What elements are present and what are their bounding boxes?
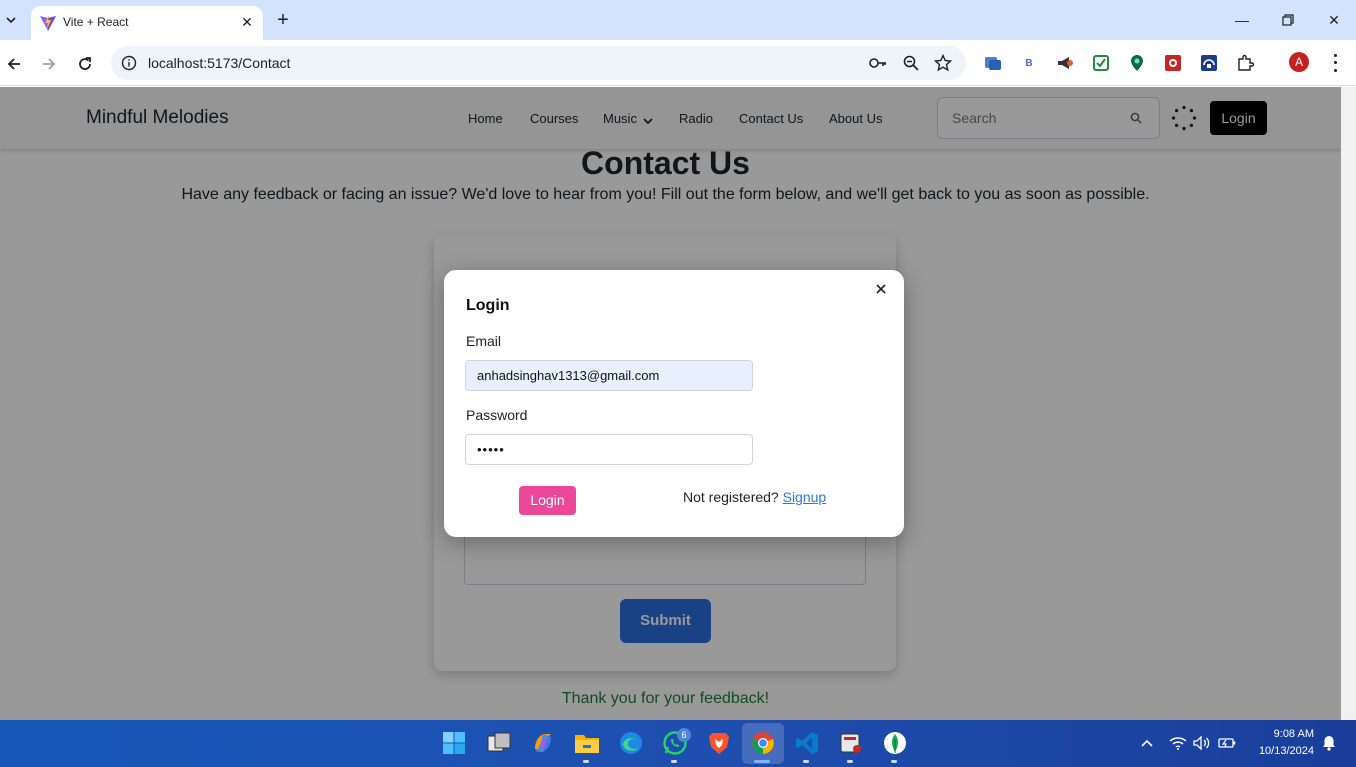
minimize-icon[interactable]: — [1230,8,1254,32]
battery-icon[interactable] [1218,734,1236,752]
signup-link[interactable]: Signup [783,489,827,505]
address-bar[interactable]: localhost:5173/Contact [111,46,966,80]
browser-menu-icon[interactable] [1326,52,1344,74]
mongodb-compass-icon[interactable] [882,730,908,756]
web-page: Mindful Melodies Home Courses Music Radi… [0,87,1341,720]
tab-search-chevron-icon[interactable] [4,10,18,30]
b-extension-icon[interactable]: B [1019,53,1039,73]
chevron-up-icon[interactable] [1138,734,1156,752]
chrome-running-indicator [754,760,770,763]
signup-prompt: Not registered? Signup [683,489,826,505]
login-modal: Login Email anhadsinghav1313@gmail.com P… [444,270,904,537]
snipping-running-indicator [847,760,853,763]
restore-icon[interactable] [1276,8,1300,32]
windows-taskbar: 6 9:08 AM 10/13/2024 [0,720,1356,767]
password-field[interactable]: ••••• [465,434,753,465]
modal-title: Login [466,297,510,314]
mongodb-running-indicator [891,760,897,763]
clock-date[interactable]: 10/13/2024 [1246,745,1314,757]
browser-toolbar: localhost:5173/Contact B A [0,40,1356,86]
task-view-icon[interactable] [486,730,512,756]
tab-close-icon[interactable]: ✕ [238,13,256,31]
puzzle-extensions-icon[interactable] [1235,53,1255,73]
checklist-extension-icon[interactable] [1091,53,1111,73]
notification-bell-icon[interactable] [1320,734,1338,752]
site-info-icon[interactable] [121,55,137,71]
browser-tab-bar: Vite + React ✕ + — ✕ [0,0,1356,40]
forward-icon[interactable] [37,52,61,76]
not-registered-text: Not registered? [683,489,779,505]
zoom-icon[interactable] [902,54,920,72]
edge-browser-icon[interactable] [618,730,644,756]
pin-extension-icon[interactable] [1127,53,1147,73]
password-key-icon[interactable] [868,54,886,72]
whatsapp-running-indicator [671,760,677,763]
snipping-tool-icon[interactable] [838,730,864,756]
tab-title: Vite + React [63,15,129,29]
vite-favicon-icon [39,14,57,32]
email-label: Email [466,333,502,349]
explorer-running-indicator [583,760,589,763]
copilot-icon[interactable] [530,730,556,756]
chrome-icon[interactable] [750,730,776,756]
red-extension-icon[interactable] [1163,53,1183,73]
drive-extension-icon[interactable] [1199,53,1219,73]
email-field[interactable]: anhadsinghav1313@gmail.com [465,360,753,391]
profile-avatar[interactable]: A [1289,52,1309,72]
file-explorer-icon[interactable] [574,730,600,756]
new-tab-plus-icon[interactable]: + [273,10,293,30]
bookmark-star-icon[interactable] [933,53,953,72]
meet-extension-icon[interactable] [983,53,1003,73]
clock-time[interactable]: 9:08 AM [1266,728,1314,740]
page-scrollbar[interactable] [1341,87,1356,720]
back-icon[interactable] [2,52,26,76]
vscode-running-indicator [803,760,809,763]
brave-browser-icon[interactable] [706,730,732,756]
password-label: Password [466,407,528,423]
window-close-icon[interactable]: ✕ [1322,8,1346,32]
whatsapp-notification-badge: 6 [677,728,691,742]
close-icon[interactable] [874,282,890,298]
url-text: localhost:5173/Contact [148,55,291,71]
megaphone-extension-icon[interactable] [1055,53,1075,73]
start-windows-icon[interactable] [441,730,467,756]
login-button[interactable]: Login [519,486,576,515]
vscode-icon[interactable] [794,730,820,756]
reload-icon[interactable] [73,52,97,76]
browser-tab[interactable]: Vite + React ✕ [31,6,263,40]
wifi-icon[interactable] [1169,734,1187,752]
volume-icon[interactable] [1193,734,1211,752]
